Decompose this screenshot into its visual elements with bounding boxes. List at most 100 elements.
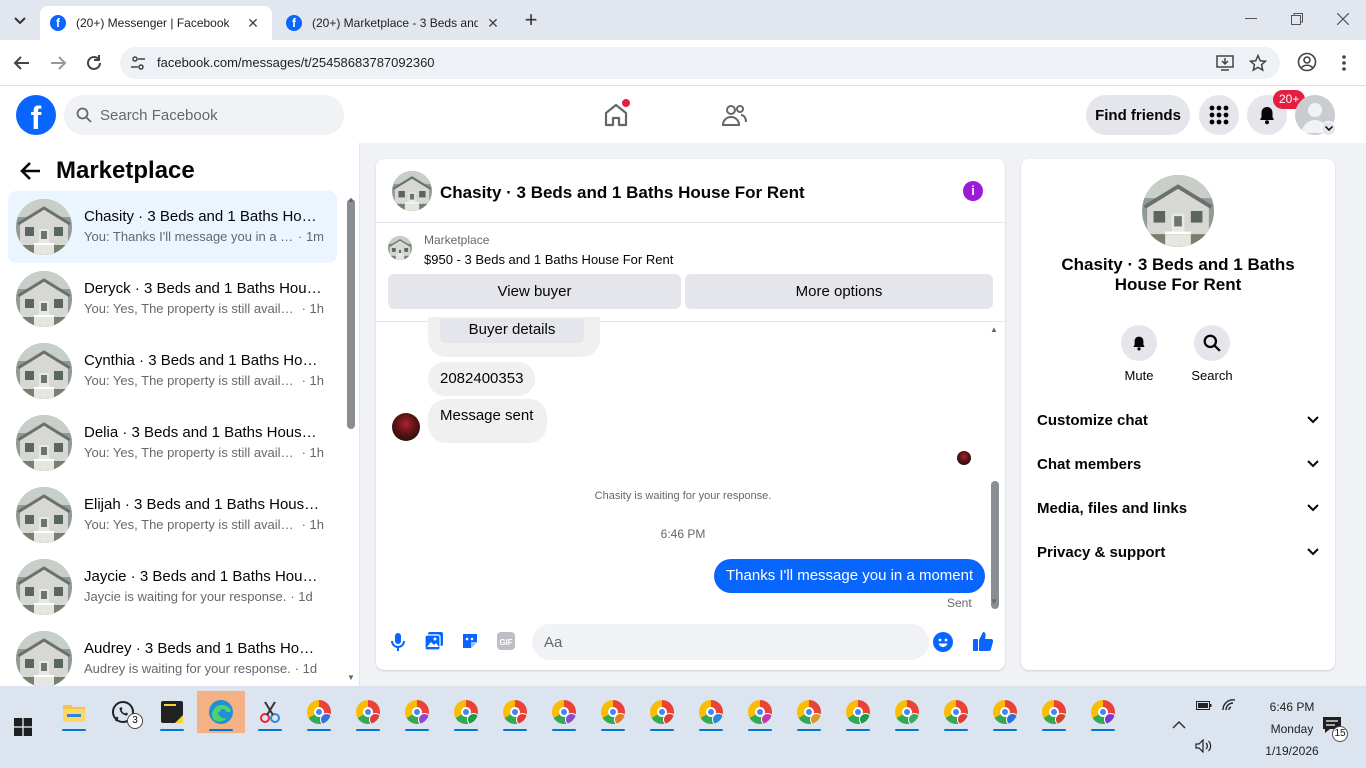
chrome-profile-10-icon — [748, 700, 772, 724]
restore-button[interactable] — [1286, 8, 1308, 30]
wifi-icon[interactable] — [1221, 698, 1237, 712]
hidden-icons-chevron[interactable] — [1172, 720, 1186, 729]
bookmark-star-icon[interactable] — [1249, 54, 1267, 72]
chevron-up-icon — [1172, 720, 1186, 729]
sticky-notes-icon — [161, 701, 183, 723]
info-section-2[interactable]: Media, files and links — [1037, 496, 1319, 520]
chrome-profile-11-taskbar-button[interactable] — [785, 691, 833, 733]
facebook-header: f Find friends 20+ — [0, 87, 1366, 143]
chrome-profile-5-taskbar-button[interactable] — [491, 691, 539, 733]
menu-button[interactable] — [1199, 95, 1239, 135]
facebook-logo-icon[interactable]: f — [16, 95, 56, 135]
photo-icon[interactable] — [425, 632, 443, 650]
info-icon[interactable]: i — [963, 181, 983, 201]
tab-marketplace[interactable]: f (20+) Marketplace - 3 Beds and ✕ — [276, 6, 512, 40]
minimize-button[interactable] — [1240, 8, 1262, 30]
edge-browser-taskbar-button[interactable] — [197, 691, 245, 733]
tab-messenger[interactable]: f (20+) Messenger | Facebook ✕ — [40, 6, 272, 40]
close-tab-icon[interactable]: ✕ — [244, 15, 262, 32]
chrome-profile-7-taskbar-button[interactable] — [589, 691, 637, 733]
emoji-icon[interactable] — [933, 632, 953, 652]
mute-button[interactable]: Mute — [1109, 325, 1169, 383]
microphone-icon[interactable] — [390, 632, 406, 652]
info-section-1[interactable]: Chat members — [1037, 452, 1319, 476]
chat-avatar[interactable] — [392, 171, 432, 211]
gif-icon[interactable]: GIF — [497, 632, 515, 650]
listing-title[interactable]: $950 - 3 Beds and 1 Baths House For Rent — [424, 252, 673, 267]
account-menu-chevron[interactable] — [1321, 121, 1336, 136]
search-in-chat-button[interactable]: Search — [1182, 325, 1242, 383]
browser-menu-button[interactable] — [1338, 53, 1350, 73]
house-photo — [16, 559, 72, 615]
profile-button[interactable] — [1297, 52, 1317, 72]
contact-avatar[interactable] — [1142, 175, 1214, 247]
thumbs-up-icon[interactable] — [972, 630, 994, 652]
chrome-profile-1-taskbar-button[interactable] — [295, 691, 343, 733]
close-tab-icon[interactable]: ✕ — [484, 15, 502, 32]
find-friends-button[interactable]: Find friends — [1086, 95, 1190, 135]
scrollbar-thumb[interactable] — [347, 199, 355, 429]
start-button[interactable] — [14, 718, 32, 736]
facebook-search-box[interactable] — [64, 95, 344, 135]
message-input[interactable] — [532, 624, 929, 660]
battery-icon[interactable] — [1196, 700, 1212, 711]
conversation-item[interactable]: Deryck · 3 Beds and 1 Baths House For Re… — [8, 263, 337, 335]
new-tab-button[interactable]: + — [520, 9, 542, 32]
chrome-profile-9-taskbar-button[interactable] — [687, 691, 735, 733]
chrome-profile-4-taskbar-button[interactable] — [442, 691, 490, 733]
scroll-up-arrow[interactable]: ▲ — [990, 325, 998, 334]
conversation-name: Delia · 3 Beds and 1 Baths House For Ren… — [84, 424, 322, 441]
chrome-profile-12-taskbar-button[interactable] — [834, 691, 882, 733]
chrome-profile-2-taskbar-button[interactable] — [344, 691, 392, 733]
conversation-item[interactable]: Jaycie · 3 Beds and 1 Baths House For Re… — [8, 551, 337, 623]
listing-thumbnail[interactable] — [388, 236, 412, 260]
close-window-button[interactable] — [1332, 8, 1354, 30]
address-bar[interactable]: facebook.com/messages/t/2545868378709236… — [120, 47, 1280, 79]
info-section-3[interactable]: Privacy & support — [1037, 540, 1319, 564]
install-app-icon[interactable] — [1216, 55, 1234, 71]
info-section-0[interactable]: Customize chat — [1037, 408, 1319, 432]
chrome-profile-14-taskbar-button[interactable] — [932, 691, 980, 733]
search-input[interactable] — [100, 95, 330, 135]
back-button[interactable] — [12, 53, 32, 73]
buyer-details-button[interactable]: Buyer details — [440, 319, 584, 343]
chat-scrollbar-thumb[interactable] — [991, 481, 999, 609]
chrome-profile-16-taskbar-button[interactable] — [1030, 691, 1078, 733]
friends-nav-button[interactable] — [720, 101, 752, 133]
more-options-button[interactable]: More options — [685, 274, 993, 309]
volume-icon[interactable] — [1195, 739, 1213, 753]
chrome-profile-13-taskbar-button[interactable] — [883, 691, 931, 733]
scroll-down-arrow[interactable]: ▼ — [990, 597, 998, 606]
sticker-icon[interactable] — [461, 632, 479, 650]
chrome-profile-3-taskbar-button[interactable] — [393, 691, 441, 733]
chrome-profile-8-taskbar-button[interactable] — [638, 691, 686, 733]
chrome-profile-6-taskbar-button[interactable] — [540, 691, 588, 733]
sender-avatar[interactable] — [392, 413, 420, 441]
conversation-item[interactable]: Elijah · 3 Beds and 1 Baths House For Re… — [8, 479, 337, 551]
snipping-tool-taskbar-button[interactable] — [246, 691, 294, 733]
back-to-chats-button[interactable] — [20, 161, 42, 181]
notification-center-button[interactable]: 15 — [1322, 716, 1348, 742]
section-label: Customize chat — [1037, 411, 1148, 429]
home-nav-button[interactable] — [600, 99, 632, 131]
conversation-item[interactable]: Chasity · 3 Beds and 1 Baths House For R… — [8, 191, 337, 263]
whatsapp-taskbar-button[interactable]: 3 — [99, 691, 147, 733]
view-buyer-button[interactable]: View buyer — [388, 274, 681, 309]
reload-button[interactable] — [84, 53, 104, 73]
sticky-notes-taskbar-button[interactable] — [148, 691, 196, 733]
site-info-icon[interactable] — [130, 55, 146, 71]
scroll-up-arrow[interactable]: ▲ — [347, 195, 355, 204]
forward-button[interactable] — [48, 53, 68, 73]
chrome-profile-2-icon — [356, 700, 380, 724]
conversation-preview: Jaycie is waiting for your response. · 1d — [84, 589, 324, 604]
chrome-profile-17-taskbar-button[interactable] — [1079, 691, 1127, 733]
conversation-item[interactable]: Delia · 3 Beds and 1 Baths House For Ren… — [8, 407, 337, 479]
chrome-profile-15-taskbar-button[interactable] — [981, 691, 1029, 733]
chrome-profile-10-taskbar-button[interactable] — [736, 691, 784, 733]
chat-title[interactable]: Chasity · 3 Beds and 1 Baths House For R… — [440, 183, 805, 203]
tab-search-button[interactable] — [8, 10, 32, 32]
conversation-item[interactable]: Cynthia · 3 Beds and 1 Baths House For R… — [8, 335, 337, 407]
scroll-down-arrow[interactable]: ▼ — [347, 673, 355, 682]
file-explorer-taskbar-button[interactable] — [50, 691, 98, 733]
conversation-item[interactable]: Audrey · 3 Beds and 1 Baths House For Re… — [8, 623, 337, 686]
